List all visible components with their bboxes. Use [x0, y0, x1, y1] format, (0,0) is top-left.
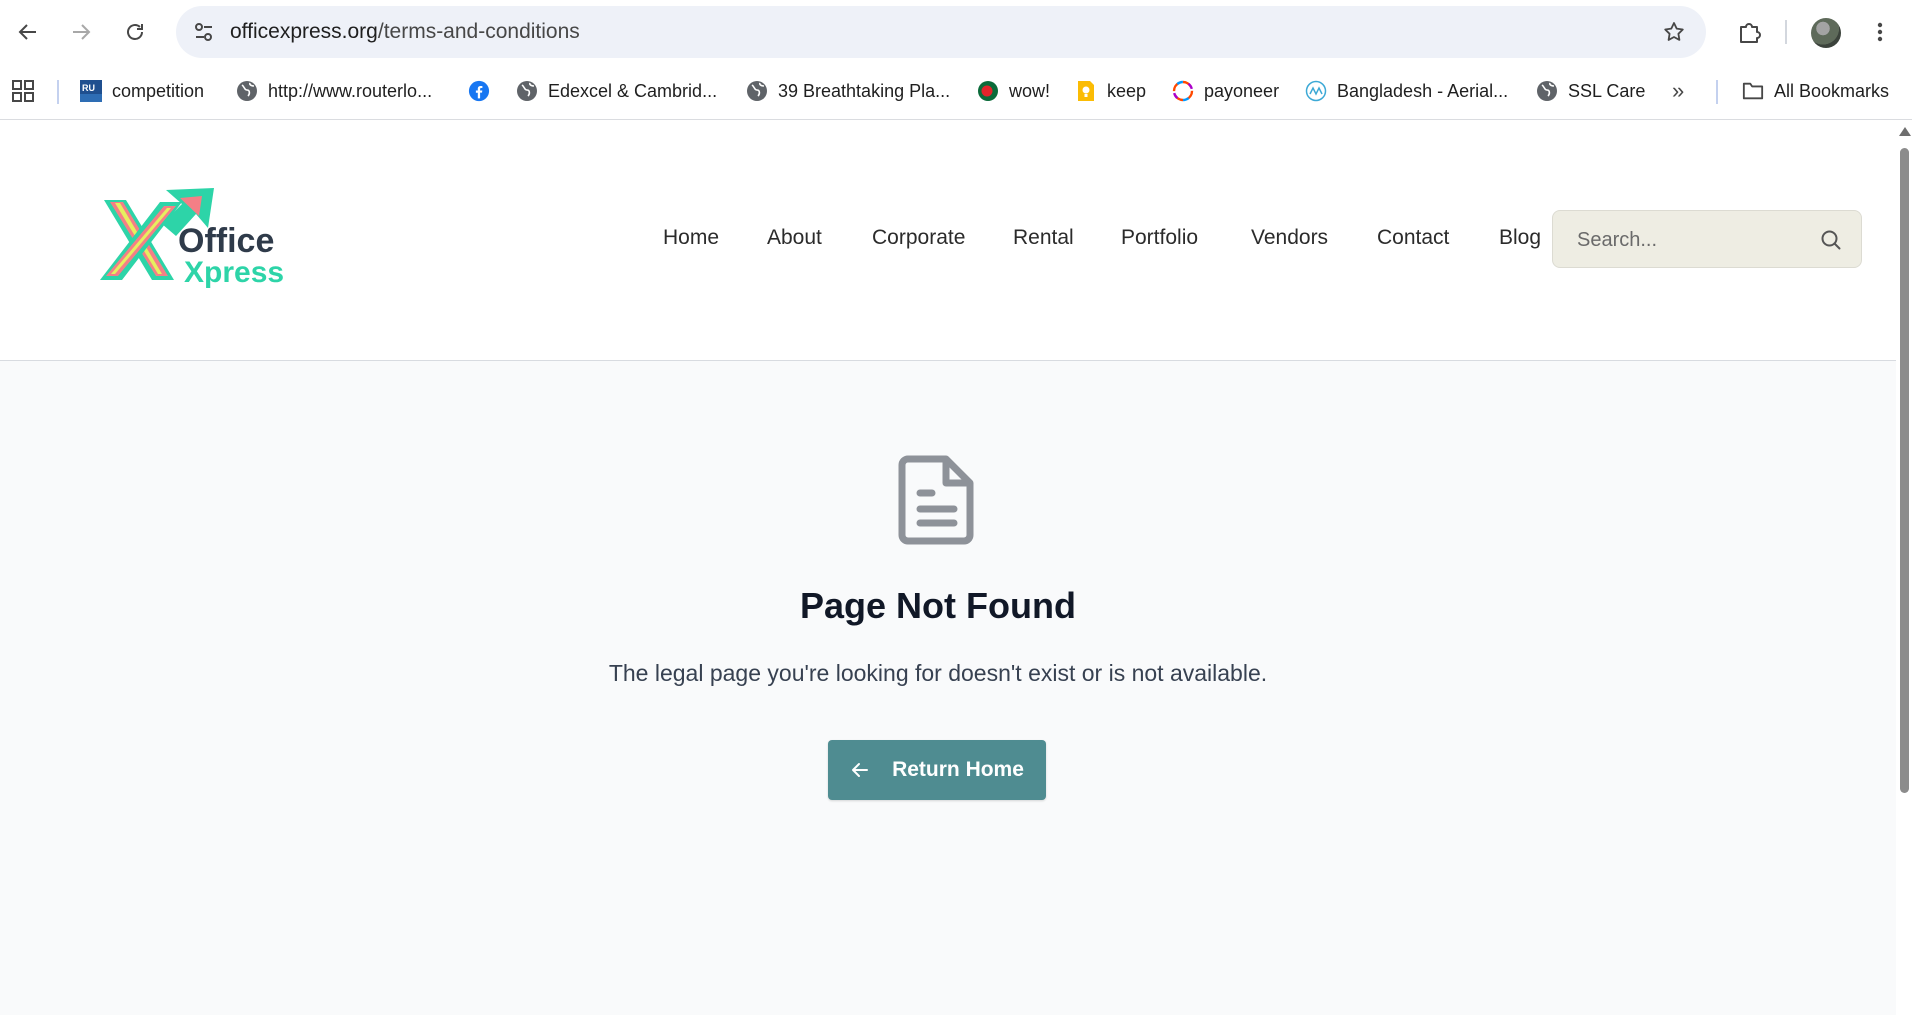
bookmark-competition[interactable]: RU competition	[80, 77, 204, 105]
bookmark-label: http://www.routerlo...	[268, 80, 433, 101]
nav-corporate[interactable]: Corporate	[872, 226, 965, 250]
site-header: Office Xpress Home About Corporate Renta…	[0, 120, 1896, 361]
chevron-double-right-icon: »	[1672, 78, 1685, 103]
bookmarks-bar: RU competition http://www.routerlo... Ed…	[0, 64, 1912, 120]
nav-contact[interactable]: Contact	[1377, 226, 1449, 250]
search-input[interactable]	[1575, 225, 1819, 255]
payoneer-icon	[1172, 80, 1194, 102]
bookmarks-divider	[57, 80, 59, 104]
nav-portfolio[interactable]: Portfolio	[1121, 226, 1198, 250]
bookmark-label: SSL Care	[1568, 80, 1646, 101]
bookmark-label: Bangladesh - Aerial...	[1337, 80, 1509, 101]
facebook-icon	[468, 80, 490, 102]
arrow-left-icon	[18, 24, 36, 40]
all-bookmarks-button[interactable]: All Bookmarks	[1742, 77, 1889, 105]
more-vert-icon	[1877, 22, 1883, 42]
officexpress-logo-icon: Office Xpress	[100, 188, 284, 289]
return-home-button[interactable]: Return Home	[828, 740, 1046, 800]
url-path: /terms-and-conditions	[377, 20, 580, 43]
globe-icon	[1536, 80, 1558, 102]
apps-grid-icon	[12, 80, 34, 102]
return-home-label: Return Home	[892, 758, 1024, 781]
bookmark-bangladesh-aerial[interactable]: Bangladesh - Aerial...	[1305, 77, 1508, 105]
profile-avatar[interactable]	[1811, 18, 1841, 48]
all-bookmarks-label: All Bookmarks	[1774, 80, 1890, 101]
bookmark-facebook[interactable]	[468, 77, 490, 105]
reload-button[interactable]	[115, 12, 155, 52]
back-button[interactable]	[8, 12, 48, 52]
logo-text-xpress: Xpress	[184, 256, 284, 289]
svg-text:RU: RU	[82, 83, 95, 93]
ru-favicon-icon: RU	[80, 80, 102, 102]
nav-rental[interactable]: Rental	[1013, 226, 1074, 250]
forward-button[interactable]	[61, 12, 101, 52]
more-bookmarks-button[interactable]: »	[1672, 77, 1684, 105]
page-scrollbar[interactable]	[1896, 120, 1912, 1015]
bookmark-edexcel[interactable]: Edexcel & Cambrid...	[516, 77, 717, 105]
aerial-icon	[1305, 80, 1327, 102]
globe-icon	[746, 80, 768, 102]
nav-blog[interactable]: Blog	[1499, 226, 1541, 250]
arrow-right-icon	[73, 24, 91, 40]
bookmark-label: keep	[1107, 80, 1147, 101]
extensions-button[interactable]	[1732, 14, 1768, 50]
bookmark-label: 39 Breathtaking Pla...	[778, 80, 951, 101]
bookmark-keep[interactable]: keep	[1075, 77, 1146, 105]
bookmark-wow[interactable]: wow!	[977, 77, 1050, 105]
keep-icon	[1075, 80, 1097, 102]
star-icon	[1664, 22, 1684, 41]
bookmarks-divider	[1716, 80, 1718, 104]
browser-menu-button[interactable]	[1862, 14, 1898, 50]
bookmark-label: payoneer	[1204, 80, 1280, 101]
globe-icon	[516, 80, 538, 102]
page-title: Page Not Found	[800, 585, 1076, 626]
site-info-button[interactable]	[188, 16, 220, 48]
url-text[interactable]: officexpress.org/terms-and-conditions	[230, 20, 580, 44]
url-host: officexpress.org	[230, 20, 378, 43]
bookmark-label: wow!	[1009, 80, 1051, 101]
bookmark-label: competition	[112, 80, 205, 101]
search-icon[interactable]	[1817, 226, 1845, 254]
toolbar-divider	[1785, 20, 1787, 44]
browser-toolbar: officexpress.org/terms-and-conditions	[0, 0, 1912, 64]
puzzle-icon	[1740, 23, 1761, 43]
bookmark-routerlogin[interactable]: http://www.routerlo...	[236, 77, 432, 105]
bookmark-label: Edexcel & Cambrid...	[548, 80, 718, 101]
scrollbar-thumb[interactable]	[1900, 148, 1909, 793]
document-icon	[898, 455, 974, 545]
globe-icon	[236, 80, 258, 102]
nav-about[interactable]: About	[767, 226, 822, 250]
error-message: The legal page you're looking for doesn'…	[608, 660, 1268, 686]
reload-icon	[127, 24, 143, 40]
bangladesh-flag-icon	[977, 80, 999, 102]
arrow-left-icon	[852, 763, 869, 777]
bookmark-star-button[interactable]	[1660, 18, 1688, 46]
logo-text-office: Office	[178, 222, 274, 260]
site-logo[interactable]: Office Xpress	[96, 188, 286, 298]
bookmark-payoneer[interactable]: payoneer	[1172, 77, 1279, 105]
tune-icon	[195, 23, 212, 41]
address-bar[interactable]: officexpress.org/terms-and-conditions	[176, 6, 1706, 58]
scroll-up-arrow-icon[interactable]	[1899, 127, 1911, 136]
bookmark-breathtaking[interactable]: 39 Breathtaking Pla...	[746, 77, 950, 105]
nav-vendors[interactable]: Vendors	[1251, 226, 1328, 250]
page-viewport: Office Xpress Home About Corporate Renta…	[0, 120, 1896, 1015]
apps-button[interactable]	[12, 77, 34, 105]
nav-home[interactable]: Home	[663, 226, 719, 250]
site-search	[1552, 210, 1862, 268]
folder-icon	[1742, 80, 1764, 102]
bookmark-ssl-care[interactable]: SSL Care	[1536, 77, 1645, 105]
